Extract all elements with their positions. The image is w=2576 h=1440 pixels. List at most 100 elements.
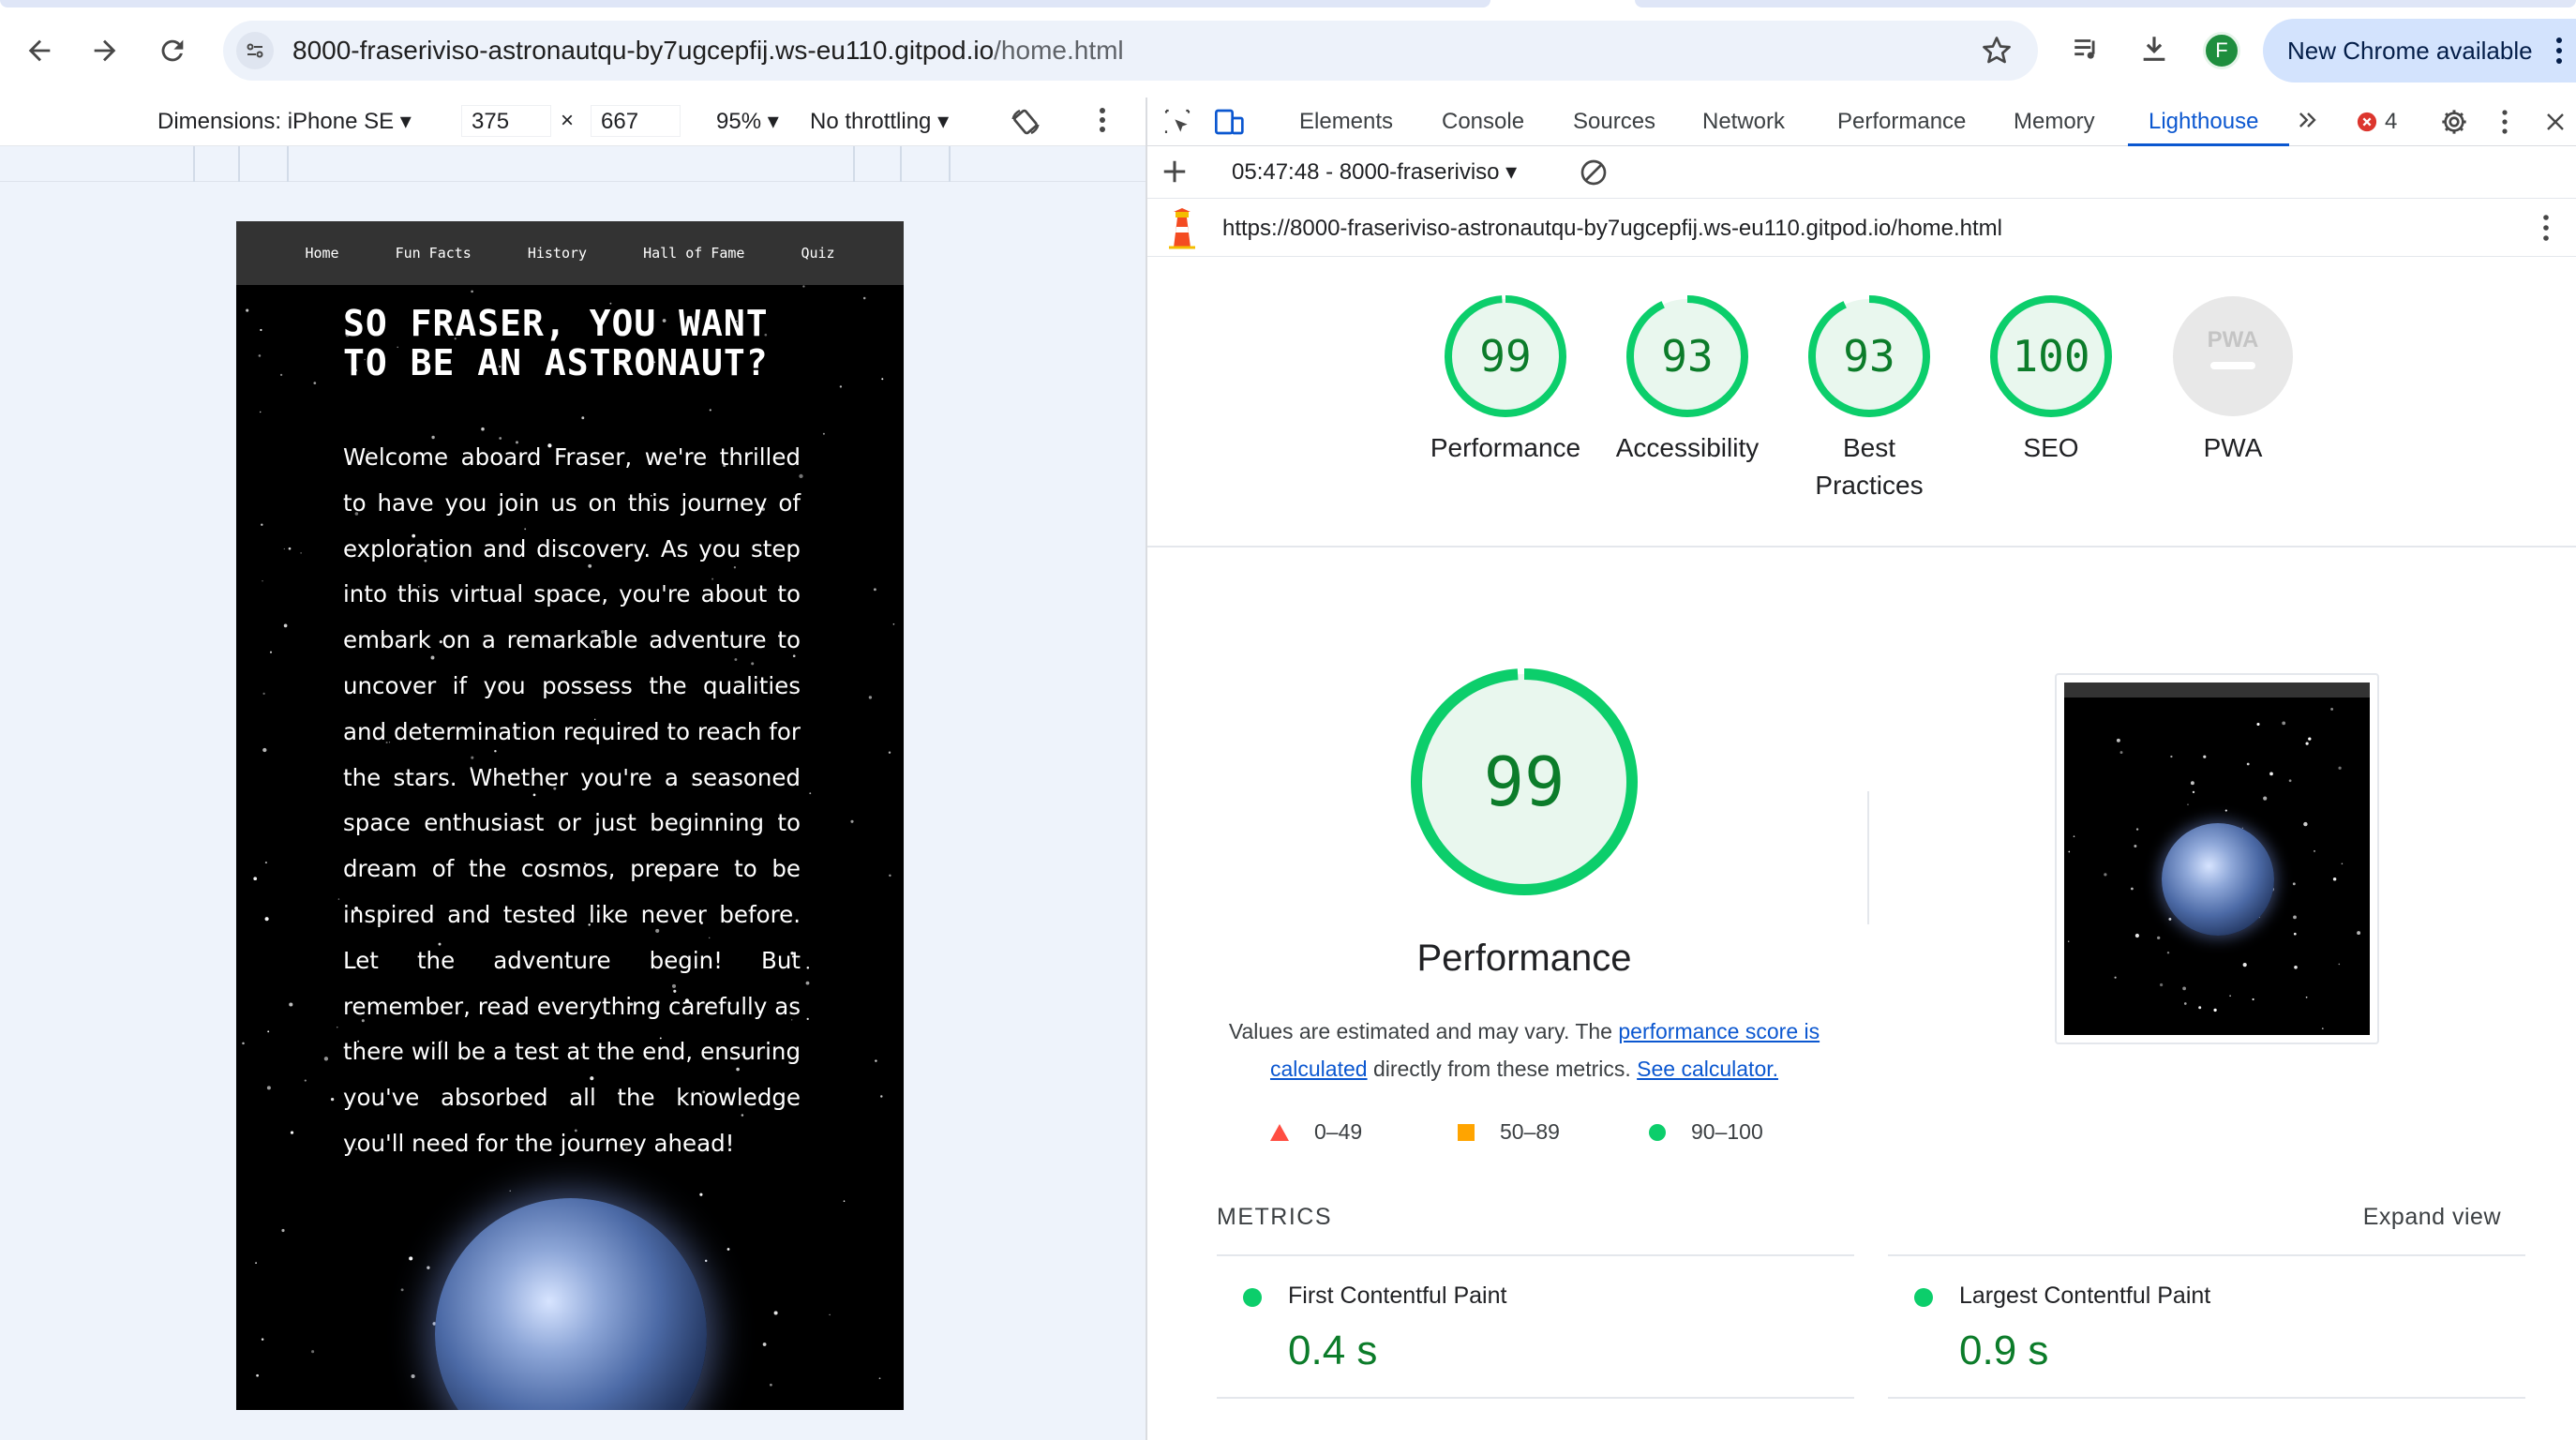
gauge-seo[interactable]: 100 SEO — [1959, 294, 2143, 467]
tab-elements[interactable]: Elements — [1299, 109, 1393, 135]
nav-link-history[interactable]: History — [500, 245, 615, 262]
width-input[interactable]: 375 — [461, 105, 551, 137]
star — [889, 874, 891, 878]
device-toggle-icon[interactable] — [1213, 107, 1247, 143]
height-input[interactable]: 667 — [591, 105, 681, 137]
star — [2134, 845, 2137, 848]
star — [2338, 963, 2341, 966]
download-icon[interactable] — [2134, 28, 2175, 69]
star — [266, 1086, 271, 1090]
error-counter[interactable]: 4 — [2357, 109, 2397, 135]
status-good-icon — [1914, 1288, 1933, 1307]
star — [260, 328, 262, 332]
close-devtools-icon[interactable] — [2544, 111, 2567, 140]
star — [262, 692, 265, 696]
star — [304, 1079, 307, 1082]
expand-view-toggle[interactable]: Expand view — [2363, 1204, 2501, 1231]
legend-good-label: 90–100 — [1691, 1119, 1763, 1144]
nav-link-quiz[interactable]: Quiz — [772, 245, 862, 262]
nav-link-home[interactable]: Home — [277, 245, 367, 262]
star — [875, 1059, 877, 1062]
star — [806, 966, 810, 969]
star — [2131, 887, 2134, 891]
inspect-element-icon[interactable] — [1162, 107, 1192, 143]
report-url-bar: https://8000-fraseriviso-astronautqu-by7… — [1147, 199, 2576, 257]
reload-button[interactable] — [150, 28, 195, 73]
url-text[interactable]: 8000-fraseriviso-astronautqu-by7ugcepfij… — [292, 36, 1124, 66]
pwa-badge-text: PWA — [2208, 327, 2259, 352]
tab-memory[interactable]: Memory — [2014, 109, 2095, 135]
metric-name: Largest Contentful Paint — [1959, 1282, 2211, 1309]
legend-average-label: 50–89 — [1500, 1119, 1560, 1144]
star — [822, 432, 825, 435]
star — [2192, 790, 2195, 794]
throttling-label: No throttling — [810, 109, 932, 134]
url-host: 8000-fraseriviso-astronautqu-by7ugcepfij… — [292, 36, 995, 65]
report-menu-icon[interactable] — [2542, 214, 2550, 248]
star — [2187, 803, 2189, 805]
gauge-label: PWA — [2203, 433, 2263, 462]
star — [2256, 722, 2260, 727]
gauge-accessibility[interactable]: 93 Accessibility — [1595, 294, 1779, 467]
see-calculator-link[interactable]: See calculator. — [1637, 1057, 1778, 1081]
nav-link-fun-facts[interactable]: Fun Facts — [367, 245, 500, 262]
final-screenshot-thumbnail[interactable] — [2055, 673, 2379, 1044]
site-settings-icon[interactable] — [236, 32, 274, 69]
star — [843, 1200, 846, 1202]
star — [337, 898, 340, 900]
media-queue-icon[interactable] — [2066, 28, 2107, 69]
nav-link-hall-of-fame[interactable]: Hall of Fame — [615, 245, 772, 262]
gauge-performance[interactable]: 99 Performance — [1414, 294, 1597, 467]
device-selector[interactable]: Dimensions: iPhone SE ▾ — [157, 108, 412, 135]
new-report-icon[interactable] — [1161, 158, 1189, 192]
clear-reports-icon[interactable] — [1579, 158, 1609, 194]
star — [2157, 936, 2161, 940]
star — [2242, 962, 2247, 968]
profile-avatar[interactable]: F — [2203, 32, 2240, 69]
star — [427, 1266, 430, 1269]
error-icon — [2357, 112, 2377, 132]
zoom-selector[interactable]: 95% ▾ — [716, 108, 779, 135]
star — [281, 1228, 285, 1233]
star — [264, 862, 267, 864]
metric-value: 0.9 s — [1959, 1328, 2049, 1373]
gauge-pwa[interactable]: PWA PWA — [2141, 294, 2325, 467]
address-bar[interactable]: 8000-fraseriviso-astronautqu-by7ugcepfij… — [223, 21, 2038, 81]
forward-button[interactable] — [82, 28, 127, 73]
gauge-best-practices[interactable]: 93 Best Practices — [1777, 294, 1961, 504]
metric-name: First Contentful Paint — [1288, 1282, 1507, 1309]
star — [311, 1350, 315, 1354]
report-url[interactable]: https://8000-fraseriviso-astronautqu-by7… — [1222, 216, 2002, 242]
throttling-selector[interactable]: No throttling ▾ — [810, 108, 949, 135]
star — [878, 1377, 881, 1380]
gauge-score: 99 — [1479, 331, 1532, 382]
star — [805, 981, 810, 985]
media-query-ruler[interactable] — [0, 146, 1146, 182]
kebab-menu-icon[interactable] — [2555, 36, 2563, 72]
star — [2116, 738, 2120, 742]
gauge-score: 100 — [2012, 331, 2090, 382]
reload-icon — [161, 39, 184, 62]
report-selector[interactable]: 05:47:48 - 8000-fraseriviso ▾ — [1232, 158, 1517, 186]
settings-gear-icon[interactable] — [2439, 107, 2469, 143]
tab-sources[interactable]: Sources — [1573, 109, 1655, 135]
gauge-score: 93 — [1661, 331, 1714, 382]
new-chrome-available-button[interactable]: New Chrome available — [2263, 19, 2576, 82]
star — [2159, 982, 2164, 987]
rotate-icon[interactable] — [1009, 105, 1042, 145]
tab-performance[interactable]: Performance — [1837, 109, 1966, 135]
star — [888, 751, 891, 754]
bookmark-star-icon[interactable] — [1980, 34, 2014, 72]
legend-poor-label: 0–49 — [1314, 1119, 1363, 1144]
star — [2303, 821, 2308, 827]
metric-first-contentful-paint: First Contentful Paint 0.4 s — [1217, 1254, 1854, 1399]
tab-lighthouse[interactable]: Lighthouse — [2149, 109, 2258, 135]
emulation-more-icon[interactable] — [1099, 105, 1106, 142]
tab-console[interactable]: Console — [1442, 109, 1524, 135]
back-button[interactable] — [17, 28, 62, 73]
star — [699, 1192, 703, 1196]
devtools-menu-icon[interactable] — [2501, 109, 2509, 142]
tab-network[interactable]: Network — [1702, 109, 1785, 135]
more-tabs-icon[interactable] — [2295, 107, 2321, 140]
browser-toolbar: 8000-fraseriviso-astronautqu-by7ugcepfij… — [0, 0, 2576, 98]
